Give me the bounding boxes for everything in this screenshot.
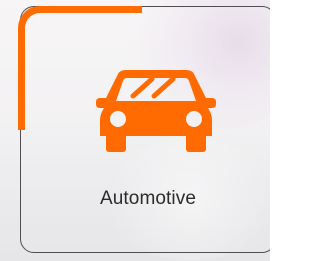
category-label: Automotive bbox=[99, 188, 197, 209]
category-tile-canvas: Automotive bbox=[0, 0, 270, 261]
car-icon bbox=[96, 62, 216, 160]
